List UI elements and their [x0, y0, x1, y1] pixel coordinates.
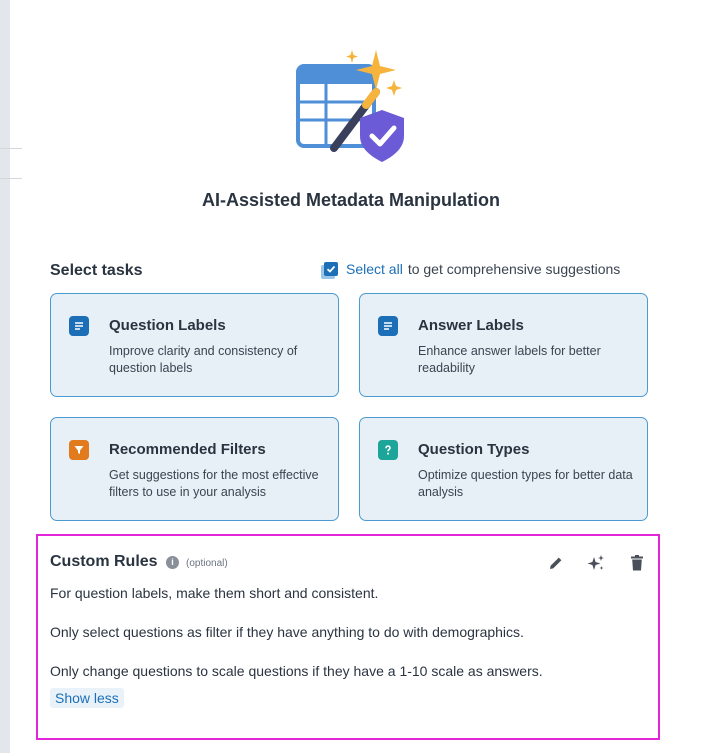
- show-less-toggle[interactable]: Show less: [50, 688, 124, 708]
- task-title: Answer Labels: [418, 317, 524, 334]
- task-card-answer-labels[interactable]: Answer Labels Enhance answer labels for …: [359, 293, 648, 397]
- rule-line: Only change questions to scale questions…: [50, 663, 543, 679]
- select-all-link[interactable]: Select all: [346, 261, 403, 277]
- edit-button[interactable]: [545, 552, 567, 574]
- task-title: Question Labels: [109, 317, 226, 334]
- task-card-question-types[interactable]: Question Types Optimize question types f…: [359, 417, 648, 521]
- rule-line: Only select questions as filter if they …: [50, 624, 524, 640]
- custom-rules-title: Custom Rules: [50, 553, 158, 570]
- task-card-question-labels[interactable]: Question Labels Improve clarity and cons…: [50, 293, 339, 397]
- delete-button[interactable]: [626, 552, 648, 574]
- task-title: Recommended Filters: [109, 441, 266, 458]
- left-panel-edge: [0, 0, 10, 753]
- hero-illustration: [290, 44, 412, 166]
- document-lines-icon: [378, 316, 398, 336]
- task-title: Question Types: [418, 441, 530, 458]
- ai-generate-button[interactable]: [585, 552, 607, 574]
- trash-icon: [631, 555, 643, 571]
- custom-rules-panel: Custom Rules i (optional) For question l…: [36, 534, 660, 740]
- task-description: Optimize question types for better data …: [418, 468, 633, 499]
- document-lines-icon: [69, 316, 89, 336]
- divider: [0, 178, 22, 179]
- select-all-checkbox[interactable]: [324, 262, 338, 276]
- divider: [0, 148, 22, 149]
- page-title: AI-Assisted Metadata Manipulation: [201, 190, 501, 210]
- select-tasks-label: Select tasks: [50, 262, 143, 279]
- select-all-row: Select all to get comprehensive suggesti…: [324, 261, 620, 277]
- rule-line: For question labels, make them short and…: [50, 585, 379, 601]
- task-card-recommended-filters[interactable]: Recommended Filters Get suggestions for …: [50, 417, 339, 521]
- select-all-hint: to get comprehensive suggestions: [407, 261, 621, 277]
- question-mark-icon: [378, 440, 398, 460]
- info-icon[interactable]: i: [166, 556, 179, 569]
- task-description: Improve clarity and consistency of quest…: [109, 344, 298, 375]
- optional-label: (optional): [186, 558, 228, 569]
- checkmark-icon: [326, 265, 336, 273]
- pencil-icon: [550, 557, 562, 569]
- task-description: Get suggestions for the most effective f…: [109, 468, 319, 499]
- task-description: Enhance answer labels for better readabi…: [418, 344, 601, 375]
- sparkle-icon: [587, 555, 604, 570]
- filter-icon: [69, 440, 89, 460]
